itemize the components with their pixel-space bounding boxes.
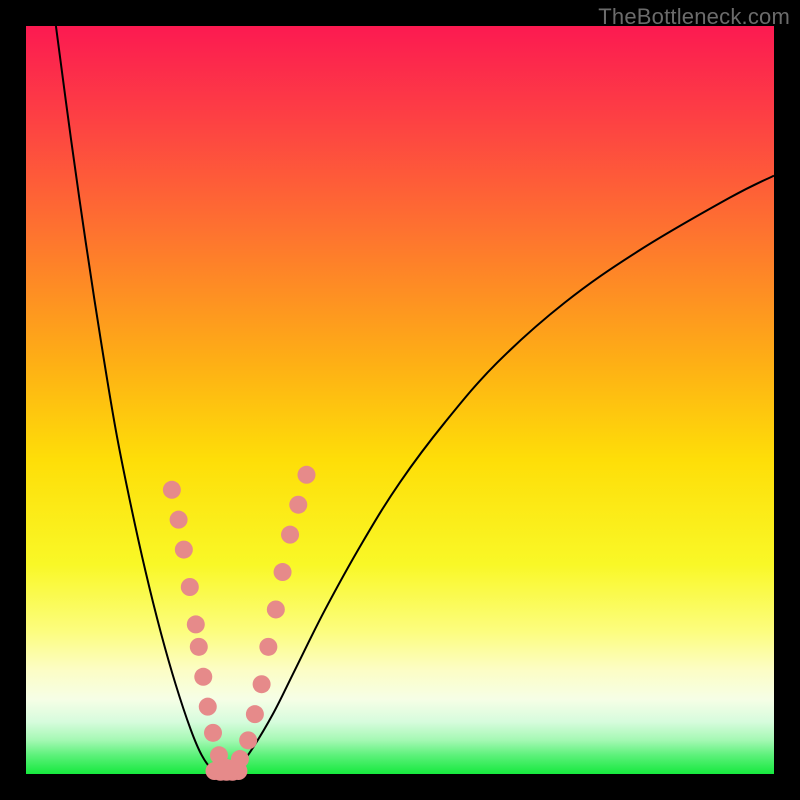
marker-dot — [204, 724, 222, 742]
marker-dot — [274, 563, 292, 581]
curve-markers — [163, 466, 316, 781]
marker-dot — [259, 638, 277, 656]
marker-dot — [187, 615, 205, 633]
marker-dot — [253, 675, 271, 693]
curve-lines — [56, 26, 774, 774]
curve-left-branch — [56, 26, 224, 774]
marker-dot — [194, 668, 212, 686]
marker-dot — [298, 466, 316, 484]
marker-dot — [190, 638, 208, 656]
chart-svg — [26, 26, 774, 774]
marker-dot — [289, 496, 307, 514]
marker-dot — [181, 578, 199, 596]
marker-dot — [281, 526, 299, 544]
marker-dot — [199, 698, 217, 716]
marker-dot — [246, 705, 264, 723]
watermark-text: TheBottleneck.com — [598, 4, 790, 30]
marker-dot — [163, 481, 181, 499]
marker-dot — [229, 762, 247, 780]
marker-dot — [170, 511, 188, 529]
chart-frame — [26, 26, 774, 774]
marker-dot — [175, 541, 193, 559]
marker-dot — [239, 731, 257, 749]
marker-dot — [267, 600, 285, 618]
